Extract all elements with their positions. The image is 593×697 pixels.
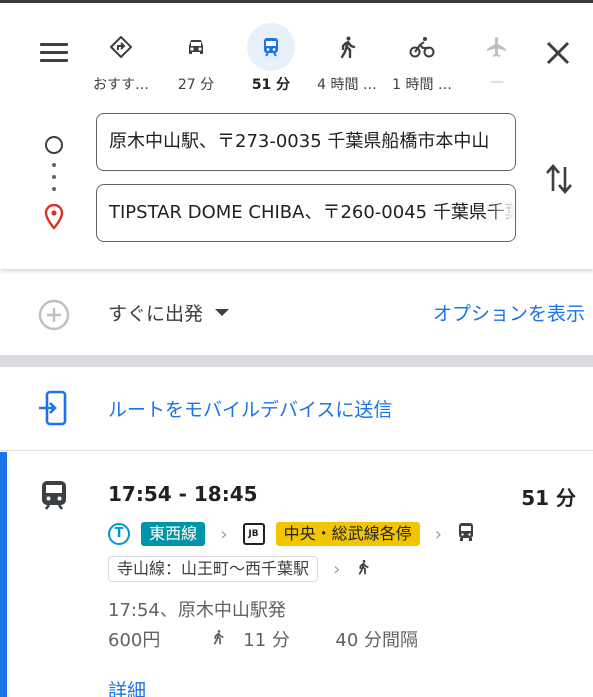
departure-info: 17:54、原木中山駅発: [108, 600, 286, 621]
destination-input-text: TIPSTAR DOME CHIBA、〒260-0045 千葉県千葉市: [109, 202, 516, 223]
fare: 600円: [108, 630, 161, 651]
walk-icon: [323, 23, 371, 71]
mode-label: 27 分: [177, 77, 215, 93]
show-options-link[interactable]: オプションを表示: [433, 299, 585, 326]
mode-label: 51 分: [251, 77, 291, 93]
send-to-mobile-button[interactable]: ルートをモバイルデバイスに送信: [0, 367, 593, 451]
train-icon: [247, 23, 295, 71]
origin-input-text: 原木中山駅、〒273-0035 千葉県船橋市本中山: [109, 131, 490, 152]
line-badge-sobu: 中央・総武線各停: [275, 522, 420, 546]
route-dots-icon: [52, 163, 56, 167]
send-to-device-icon: [38, 390, 68, 430]
route-dots-icon: [52, 175, 56, 179]
route-steps: T 東西線 › JB 中央・総武線各停 ›: [108, 522, 475, 548]
route-duration: 51 分: [521, 486, 576, 510]
walk-time: 11 分: [243, 630, 290, 651]
dropdown-arrow-icon: [215, 309, 230, 316]
frequency: 40 分間隔: [335, 630, 419, 651]
fade: [489, 185, 515, 241]
chevron-right-icon: ›: [333, 558, 341, 580]
route-dots-icon: [52, 187, 56, 191]
origin-input[interactable]: 原木中山駅、〒273-0035 千葉県船橋市本中山: [96, 113, 516, 171]
close-button[interactable]: [540, 35, 576, 71]
bus-line-chip: 寺山線：山王町〜西千葉駅: [108, 556, 319, 582]
mode-flight[interactable]: —: [456, 23, 538, 95]
depart-time-dropdown[interactable]: すぐに出発: [108, 299, 230, 326]
walk-icon: [210, 627, 226, 652]
origin-circle-icon: [45, 136, 63, 154]
directions-header: おすす… 27 分 51 分 4 時間 … 1 時間 … — 原木中山駅、〒27…: [0, 3, 593, 269]
directions-icon: [97, 23, 145, 71]
menu-icon-bar: [40, 51, 68, 54]
mode-recommended[interactable]: おすす…: [80, 23, 162, 95]
swap-button[interactable]: [543, 161, 575, 197]
chevron-right-icon: ›: [220, 523, 228, 545]
chevron-right-icon: ›: [434, 523, 442, 545]
tokyo-metro-logo-icon: T: [108, 523, 130, 545]
selected-route-indicator: [0, 452, 7, 697]
route-option[interactable]: 17:54 - 18:45 51 分 T 東西線 › JB 中央・総武線各停 ›…: [0, 452, 593, 697]
destination-input[interactable]: TIPSTAR DOME CHIBA、〒260-0045 千葉県千葉市: [96, 184, 516, 242]
add-destination-button[interactable]: [38, 299, 70, 331]
route-steps-continued: 寺山線：山王町〜西千葉駅 ›: [108, 556, 371, 582]
add-circle-icon: [38, 299, 70, 331]
line-badge-tozai: 東西線: [141, 522, 206, 546]
mode-label: おすす…: [93, 77, 149, 93]
bicycle-icon: [398, 23, 446, 71]
details-link[interactable]: 詳細: [108, 676, 146, 697]
destination-pin-icon: [44, 203, 64, 234]
car-icon: [172, 23, 220, 71]
departure-row: すぐに出発 オプションを表示: [0, 269, 593, 355]
mode-transit[interactable]: 51 分: [230, 23, 312, 95]
depart-label: すぐに出発: [108, 303, 204, 325]
mode-drive[interactable]: 27 分: [155, 23, 237, 95]
train-icon: [40, 480, 68, 514]
mode-bicycle[interactable]: 1 時間 …: [381, 23, 463, 95]
route-times: 17:54 - 18:45: [108, 482, 258, 506]
mode-label: —: [490, 74, 504, 90]
section-divider: [0, 355, 593, 367]
menu-icon: [40, 43, 68, 46]
fade: [489, 114, 515, 170]
airplane-icon: [473, 23, 521, 71]
walk-icon: [355, 557, 371, 581]
mode-walk[interactable]: 4 時間 …: [306, 23, 388, 95]
swap-icon: [546, 164, 572, 194]
close-icon: [546, 41, 570, 65]
mode-label: 1 時間 …: [392, 77, 452, 93]
menu-icon-bar: [40, 59, 68, 62]
route-summary: 600円 11 分 40 分間隔: [108, 626, 418, 652]
bus-icon: [457, 522, 475, 546]
menu-button[interactable]: [37, 39, 71, 67]
send-to-mobile-label: ルートをモバイルデバイスに送信: [108, 399, 393, 421]
mode-label: 4 時間 …: [317, 77, 377, 93]
jr-line-logo-icon: JB: [242, 523, 265, 545]
